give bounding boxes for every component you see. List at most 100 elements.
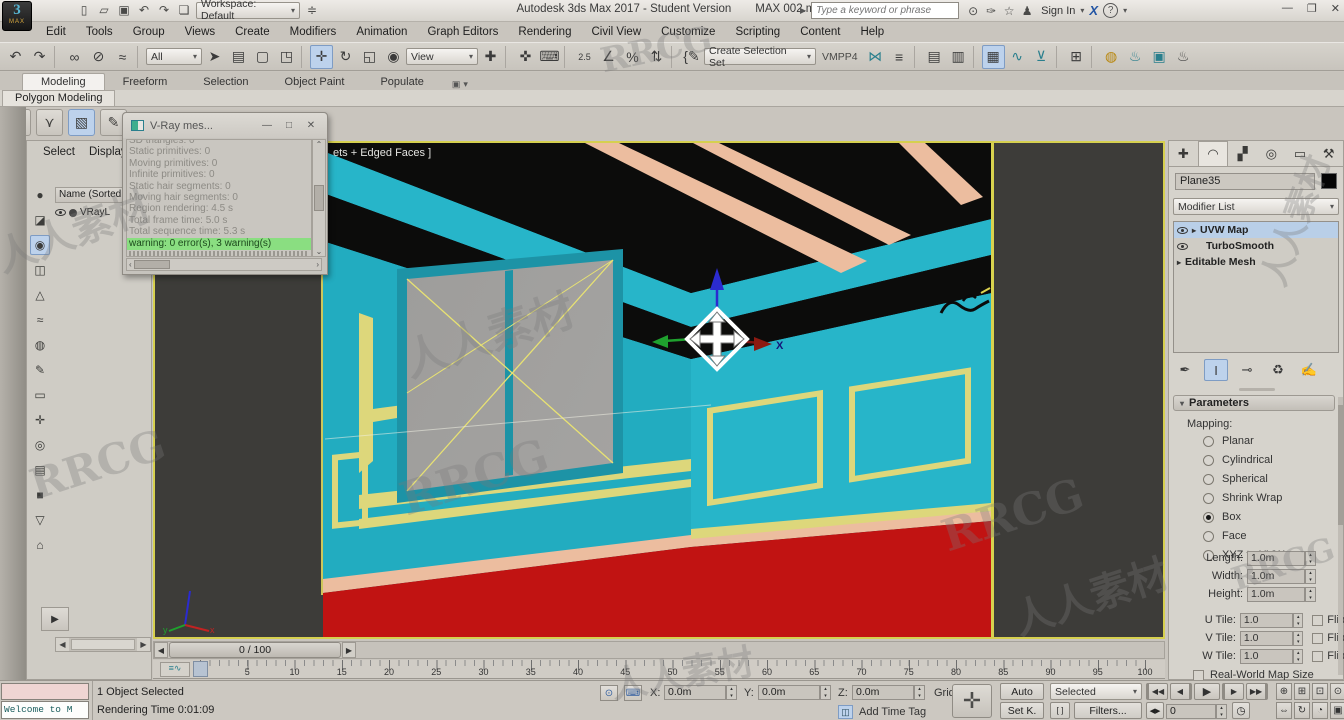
menu-tools[interactable]: Tools: [76, 26, 123, 38]
modify-tab[interactable]: ◠: [1197, 141, 1229, 166]
menu-rendering[interactable]: Rendering: [508, 26, 581, 38]
object-name-field[interactable]: Plane35: [1175, 173, 1315, 190]
render-to-texture-icon[interactable]: ⊻: [1030, 45, 1053, 69]
menu-group[interactable]: Group: [123, 26, 175, 38]
orbit-icon[interactable]: ↻: [1294, 702, 1310, 719]
scroll-right-icon[interactable]: ›: [316, 260, 319, 269]
filter-materials-icon[interactable]: ◍: [30, 335, 50, 355]
set-key-button[interactable]: Set K.: [1000, 702, 1044, 719]
modifier-list-dropdown[interactable]: Modifier List ▾: [1173, 198, 1339, 215]
flip-checkbox[interactable]: [1312, 632, 1324, 644]
make-unique-icon[interactable]: ⊸: [1235, 359, 1259, 381]
reference-coordinate-dropdown[interactable]: View ▾: [406, 48, 478, 65]
menu-graph-editors[interactable]: Graph Editors: [417, 26, 508, 38]
add-time-tag[interactable]: ◫ Add Time Tag: [838, 705, 926, 719]
mapping-option-cylindrical[interactable]: Cylindrical: [1203, 454, 1284, 466]
viewport-shading-label[interactable]: ets + Edged Faces ]: [333, 147, 431, 159]
remove-modifier-icon[interactable]: ♻: [1266, 359, 1290, 381]
app-logo[interactable]: 3 MAX: [2, 1, 32, 31]
radio-icon[interactable]: [1203, 492, 1214, 504]
eye-icon[interactable]: [55, 209, 66, 216]
rectangular-selection-region-icon[interactable]: ▢: [251, 45, 274, 69]
vray-window-titlebar[interactable]: V-Ray mes... — □ ✕: [123, 113, 327, 138]
play-button[interactable]: ▶: [1194, 683, 1220, 700]
modifier-uvw-map[interactable]: ▸ UVW Map: [1174, 222, 1338, 238]
vray-messages-window[interactable]: V-Ray mes... — □ ✕ SD triangles: 0 Static…: [122, 112, 328, 275]
exchange-apps-icon[interactable]: X: [1089, 3, 1098, 18]
move-gizmo[interactable]: X: [650, 268, 790, 393]
filter-bone-icon[interactable]: ▭: [30, 385, 50, 405]
coord-field-y[interactable]: 0.0m: [758, 685, 820, 700]
object-color-swatch[interactable]: [1321, 173, 1337, 189]
mapping-option-planar[interactable]: Planar: [1203, 435, 1284, 447]
vray-log-list[interactable]: SD triangles: 0 Static primitives: 0 Movin…: [126, 139, 312, 257]
radio-icon[interactable]: [1203, 435, 1214, 447]
scrollbar-thumb[interactable]: [133, 260, 170, 269]
zoom-all-icon[interactable]: ⊞: [1294, 683, 1310, 700]
create-tab[interactable]: ✚: [1169, 141, 1198, 166]
radio-icon[interactable]: [1203, 511, 1214, 523]
select-and-move-icon[interactable]: ✛: [310, 44, 333, 69]
flip-checkbox[interactable]: [1312, 650, 1324, 662]
spinner-icon[interactable]: ▴ ▾: [1293, 648, 1304, 664]
toolbar-overflow-icon[interactable]: ≑: [302, 1, 322, 19]
close-button[interactable]: ✕: [1331, 2, 1340, 15]
tab-freeform[interactable]: Freeform: [105, 74, 186, 90]
redo-icon[interactable]: ↷: [154, 1, 174, 19]
key-filters-button[interactable]: Filters...: [1074, 702, 1142, 719]
modifier-turbosmooth[interactable]: TurboSmooth: [1174, 238, 1338, 254]
display-tab[interactable]: ▭: [1286, 141, 1315, 166]
explorer-horizontal-scrollbar[interactable]: ◀ ▶: [55, 637, 151, 652]
scroll-left-icon[interactable]: ‹: [129, 260, 132, 269]
hierarchy-tab[interactable]: ▞: [1228, 141, 1257, 166]
param-value-field[interactable]: 1.0: [1239, 612, 1294, 628]
menu-create[interactable]: Create: [225, 26, 280, 38]
left-dock-edge[interactable]: [0, 107, 26, 680]
next-key-icon[interactable]: ▶: [342, 642, 356, 658]
filter-folder-icon[interactable]: ⌂: [30, 535, 50, 555]
scrollbar-thumb[interactable]: [314, 185, 324, 211]
maxscript-listener-output[interactable]: Welcome to M: [1, 701, 89, 719]
filter-spacewarps-icon[interactable]: ≈: [30, 310, 50, 330]
vray-vertical-scrollbar[interactable]: ⌃ ⌄: [312, 139, 326, 257]
menu-scripting[interactable]: Scripting: [725, 26, 790, 38]
go-to-end-button[interactable]: ▶▶: [1246, 683, 1268, 700]
param-value-field[interactable]: 1.0m: [1247, 586, 1305, 602]
spinner-icon[interactable]: ▴ ▾: [1293, 630, 1304, 646]
spinner-icon[interactable]: ▴ ▾: [726, 685, 737, 700]
expand-arrow-icon[interactable]: ▸: [1192, 226, 1196, 235]
filter-pen-icon[interactable]: ✎: [30, 360, 50, 380]
close-icon[interactable]: ✕: [303, 120, 319, 131]
unlink-selection-icon[interactable]: ⊘: [87, 45, 110, 69]
utilities-tab[interactable]: ⚒: [1314, 141, 1343, 166]
search-expand-icon[interactable]: ▶: [800, 6, 806, 15]
quill-icon[interactable]: ✑: [982, 4, 1000, 18]
explorer-menu-select[interactable]: Select: [43, 146, 75, 158]
scroll-down-icon[interactable]: ⌄: [316, 247, 323, 256]
frame-spinner[interactable]: ▴ ▾: [1216, 704, 1227, 719]
flip-checkbox[interactable]: [1312, 614, 1324, 626]
scroll-up-icon[interactable]: ⌃: [316, 140, 323, 149]
menu-help[interactable]: Help: [850, 26, 894, 38]
menu-modifiers[interactable]: Modifiers: [280, 26, 347, 38]
explorer-expand-button[interactable]: ▶: [41, 607, 69, 631]
help-icon[interactable]: ?: [1103, 3, 1119, 18]
filter-frozen-icon[interactable]: ■: [30, 485, 50, 505]
restore-button[interactable]: ❐: [1307, 2, 1317, 15]
coord-field-z[interactable]: 0.0m: [852, 685, 914, 700]
open-file-icon[interactable]: ▱: [94, 1, 114, 19]
motion-tab[interactable]: ◎: [1257, 141, 1286, 166]
ribbon-toggle-icon[interactable]: ▦: [981, 44, 1005, 69]
auto-key-button[interactable]: Auto: [1000, 683, 1044, 700]
next-frame-button[interactable]: ▶: [1222, 683, 1244, 700]
render-setup-icon[interactable]: ♨: [1124, 45, 1147, 69]
menu-civil-view[interactable]: Civil View: [581, 26, 651, 38]
select-and-place-icon[interactable]: ◉: [382, 45, 405, 69]
coord-field-x[interactable]: 0.0m: [664, 685, 726, 700]
scrollbar-thumb[interactable]: [1338, 405, 1343, 525]
align-icon[interactable]: ≡: [888, 45, 911, 69]
filter-helpers-icon[interactable]: △: [30, 285, 50, 305]
configure-modifier-sets-icon[interactable]: ✍: [1297, 359, 1321, 381]
scrollbar-thumb[interactable]: [71, 639, 135, 650]
menu-content[interactable]: Content: [790, 26, 850, 38]
